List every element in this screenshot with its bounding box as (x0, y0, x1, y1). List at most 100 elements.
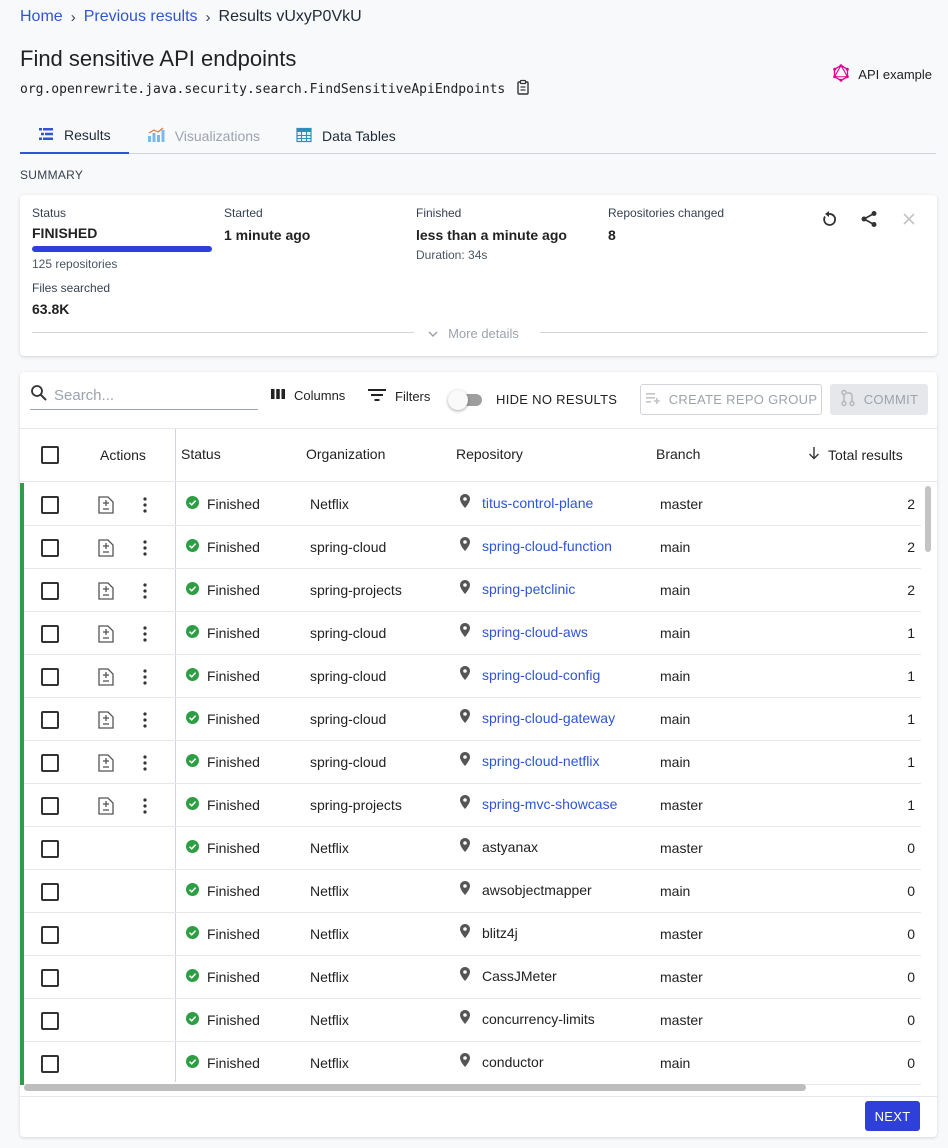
row-checkbox[interactable] (41, 797, 59, 815)
commit-label: COMMIT (863, 392, 919, 407)
table-row[interactable]: Finished spring-cloud spring-cloud-netflix… (20, 741, 921, 784)
repository-link[interactable]: spring-cloud-config (482, 667, 600, 683)
select-all-checkbox[interactable] (41, 446, 59, 464)
row-checkbox[interactable] (41, 625, 59, 643)
columns-label: Columns (294, 388, 346, 403)
api-example-link[interactable]: API example (832, 64, 932, 85)
table-row[interactable]: Finished spring-cloud spring-cloud-config m… (20, 655, 921, 698)
repository-link[interactable]: spring-cloud-function (482, 538, 612, 554)
repository-link[interactable]: spring-cloud-netflix (482, 753, 600, 769)
row-total-results: 2 (907, 582, 915, 598)
search-input[interactable] (54, 387, 244, 404)
repository-link[interactable]: spring-mvc-showcase (482, 796, 617, 812)
table-row[interactable]: Finished Netflix conductor main 0 (20, 1042, 921, 1085)
more-details-button[interactable]: More details (420, 325, 527, 341)
row-status-label: Finished (207, 754, 260, 770)
row-checkbox[interactable] (41, 1012, 59, 1030)
view-diff-icon[interactable] (97, 581, 115, 604)
more-options-icon[interactable] (139, 796, 151, 819)
column-header-branch[interactable]: Branch (656, 446, 700, 462)
vertical-scrollbar[interactable] (925, 486, 931, 552)
view-diff-icon[interactable] (97, 495, 115, 518)
graphql-icon (832, 64, 850, 85)
more-options-icon[interactable] (139, 538, 151, 561)
row-checkbox[interactable] (41, 539, 59, 557)
table-row[interactable]: Finished Netflix titus-control-plane master… (20, 483, 921, 526)
more-options-icon[interactable] (139, 667, 151, 690)
view-diff-icon[interactable] (97, 667, 115, 690)
table-row[interactable]: Finished Netflix awsobjectmapper main 0 (20, 870, 921, 913)
row-branch: master (660, 840, 703, 856)
repository-link[interactable]: spring-cloud-gateway (482, 710, 615, 726)
more-options-icon[interactable] (139, 753, 151, 776)
repositories-count: 125 repositories (32, 257, 118, 271)
filters-button[interactable]: Filters (367, 388, 430, 405)
more-options-icon[interactable] (139, 581, 151, 604)
more-options-icon[interactable] (139, 495, 151, 518)
repository-name: CassJMeter (482, 967, 557, 984)
status-value: FINISHED (32, 225, 98, 241)
repository-name: astyanax (482, 838, 539, 855)
row-branch: main (660, 668, 691, 684)
row-checkbox[interactable] (41, 926, 59, 944)
view-diff-icon[interactable] (97, 796, 115, 819)
next-page-button[interactable]: NEXT (865, 1101, 920, 1131)
table-row[interactable]: Finished Netflix CassJMeter master 0 (20, 956, 921, 999)
row-checkbox[interactable] (41, 840, 59, 858)
row-checkbox[interactable] (41, 711, 59, 729)
more-options-icon[interactable] (139, 624, 151, 647)
columns-button[interactable]: Columns (270, 388, 345, 403)
tab-data-tables[interactable]: Data Tables (278, 118, 414, 154)
location-pin-icon (460, 838, 470, 855)
column-header-repository[interactable]: Repository (456, 446, 523, 462)
row-checkbox[interactable] (41, 582, 59, 600)
table-row[interactable]: Finished spring-cloud spring-cloud-gateway… (20, 698, 921, 741)
search-box[interactable] (30, 382, 258, 410)
breadcrumb-previous-results-link[interactable]: Previous results (84, 8, 198, 26)
table-row[interactable]: Finished spring-cloud spring-cloud-functio… (20, 526, 921, 569)
copy-icon[interactable] (515, 79, 531, 99)
row-checkbox[interactable] (41, 883, 59, 901)
table-row[interactable]: Finished spring-cloud spring-cloud-aws main… (20, 612, 921, 655)
table-row[interactable]: Finished Netflix astyanax master 0 (20, 827, 921, 870)
share-icon[interactable] (859, 209, 879, 229)
column-header-total-results[interactable]: Total results (808, 446, 903, 463)
more-options-icon[interactable] (139, 710, 151, 733)
row-status: Finished (186, 969, 260, 985)
column-header-status[interactable]: Status (181, 446, 221, 462)
repository-link[interactable]: spring-petclinic (482, 581, 575, 597)
row-checkbox[interactable] (41, 969, 59, 987)
tab-results[interactable]: Results (20, 118, 129, 154)
repository-link[interactable]: titus-control-plane (482, 495, 593, 511)
commit-button[interactable]: COMMIT (830, 384, 928, 415)
row-status-bar (20, 956, 24, 999)
check-circle-icon (186, 1012, 199, 1028)
table-row[interactable]: Finished spring-projects spring-petclinic m… (20, 569, 921, 612)
repository-link[interactable]: spring-cloud-aws (482, 624, 588, 640)
view-diff-icon[interactable] (97, 624, 115, 647)
row-checkbox[interactable] (41, 1055, 59, 1073)
breadcrumb-home-link[interactable]: Home (20, 8, 63, 26)
more-details-toggle[interactable]: More details (20, 323, 927, 343)
view-diff-icon[interactable] (97, 710, 115, 733)
table-row[interactable]: Finished spring-projects spring-mvc-showca… (20, 784, 921, 827)
row-checkbox[interactable] (41, 754, 59, 772)
view-diff-icon[interactable] (97, 753, 115, 776)
rerun-icon[interactable] (819, 209, 839, 229)
table-row[interactable]: Finished Netflix concurrency-limits master 0 (20, 999, 921, 1042)
column-header-organization[interactable]: Organization (306, 446, 385, 462)
row-checkbox[interactable] (41, 668, 59, 686)
row-organization: spring-cloud (310, 668, 387, 684)
repositories-changed-label: Repositories changed (608, 206, 725, 220)
results-tabs: Results Visualizations Data Tables (20, 118, 936, 154)
row-total-results: 1 (907, 625, 915, 641)
close-icon[interactable] (899, 209, 919, 229)
create-repo-group-button[interactable]: CREATE REPO GROUP (640, 384, 822, 415)
horizontal-scrollbar[interactable] (24, 1084, 806, 1091)
row-status: Finished (186, 668, 260, 684)
view-diff-icon[interactable] (97, 538, 115, 561)
hide-no-results-toggle[interactable] (448, 390, 484, 410)
row-checkbox[interactable] (41, 496, 59, 514)
tab-visualizations[interactable]: Visualizations (129, 118, 278, 154)
table-row[interactable]: Finished Netflix blitz4j master 0 (20, 913, 921, 956)
